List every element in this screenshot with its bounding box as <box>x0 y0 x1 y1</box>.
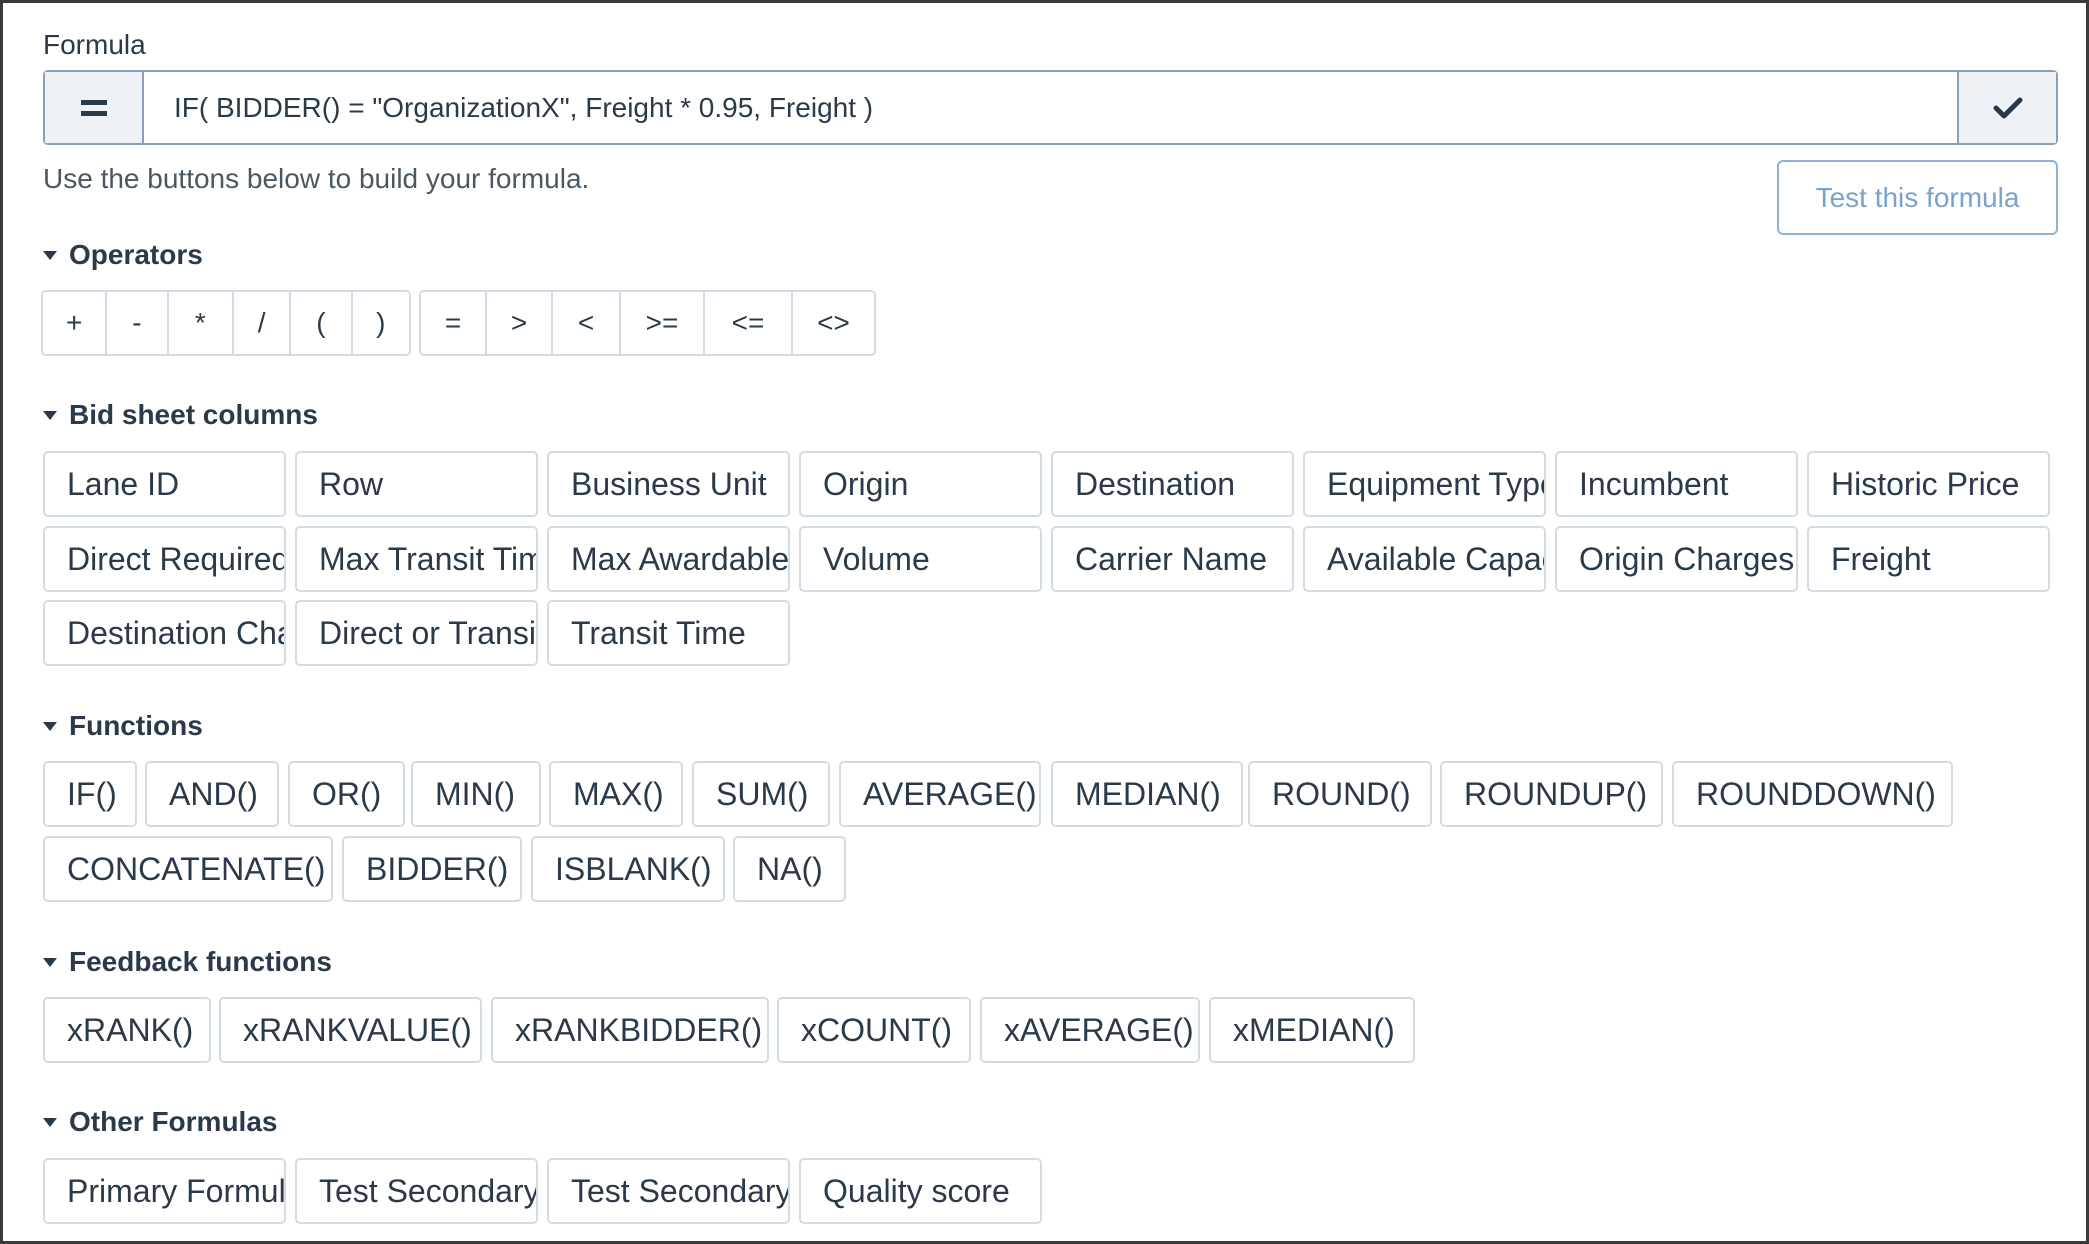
app-frame: Formula Use the buttons below to build y… <box>0 0 2089 1244</box>
column-chip[interactable]: Origin Charges <box>1555 526 1798 592</box>
function-chip[interactable]: BIDDER() <box>342 836 522 902</box>
function-chip[interactable]: OR() <box>288 761 405 827</box>
op-greater-equal-button[interactable]: >= <box>621 292 705 354</box>
column-chip[interactable]: Lane ID <box>43 451 286 517</box>
op-plus-button[interactable]: + <box>43 292 108 354</box>
function-chip[interactable]: IF() <box>43 761 137 827</box>
equals-icon <box>80 99 107 116</box>
column-chip[interactable]: Available Capacity <box>1303 526 1546 592</box>
column-chip[interactable]: Freight <box>1807 526 2050 592</box>
function-chip[interactable]: ROUNDUP() <box>1440 761 1663 827</box>
column-chip[interactable]: Direct Required <box>43 526 286 592</box>
feedback-function-chip[interactable]: xRANKBIDDER() <box>491 997 769 1063</box>
caret-down-icon <box>43 721 57 731</box>
other-formula-chip[interactable]: Test Secondary <box>295 1158 538 1224</box>
caret-down-icon <box>43 1117 57 1127</box>
column-chip[interactable]: Origin <box>799 451 1042 517</box>
other-formula-chip[interactable]: Quality score <box>799 1158 1042 1224</box>
column-chip[interactable]: Destination Charges <box>43 600 286 666</box>
column-chip[interactable]: Equipment Type <box>1303 451 1546 517</box>
column-chip[interactable]: Destination <box>1051 451 1294 517</box>
column-chip[interactable]: Transit Time <box>547 600 790 666</box>
column-chip[interactable]: Incumbent <box>1555 451 1798 517</box>
op-open-paren-button[interactable]: ( <box>291 292 353 354</box>
op-greater-button[interactable]: > <box>487 292 553 354</box>
section-other-label: Other Formulas <box>69 1106 278 1137</box>
function-chip[interactable]: AND() <box>145 761 279 827</box>
comparison-operators: = > < >= <= <> <box>419 290 876 356</box>
column-chip[interactable]: Historic Price <box>1807 451 2050 517</box>
function-chip[interactable]: SUM() <box>692 761 830 827</box>
op-less-equal-button[interactable]: <= <box>705 292 793 354</box>
column-chip[interactable]: Max Awardable <box>547 526 790 592</box>
op-not-equal-button[interactable]: <> <box>793 292 874 354</box>
op-less-button[interactable]: < <box>553 292 621 354</box>
column-chip[interactable]: Max Transit Time <box>295 526 538 592</box>
section-functions-label: Functions <box>69 710 203 741</box>
caret-down-icon <box>43 410 57 420</box>
section-feedback-functions[interactable]: Feedback functions <box>43 946 332 978</box>
function-chip[interactable]: ROUND() <box>1248 761 1432 827</box>
column-chip[interactable]: Volume <box>799 526 1042 592</box>
other-formula-chip[interactable]: Primary Formula <box>43 1158 286 1224</box>
function-chip[interactable]: MEDIAN() <box>1051 761 1243 827</box>
column-chip[interactable]: Carrier Name <box>1051 526 1294 592</box>
op-divide-button[interactable]: / <box>234 292 292 354</box>
function-chip[interactable]: ISBLANK() <box>531 836 725 902</box>
op-equal-button[interactable]: = <box>421 292 487 354</box>
function-chip[interactable]: MIN() <box>411 761 541 827</box>
feedback-function-chip[interactable]: xMEDIAN() <box>1209 997 1415 1063</box>
feedback-function-chip[interactable]: xRANK() <box>43 997 211 1063</box>
function-chip[interactable]: NA() <box>733 836 846 902</box>
test-formula-button[interactable]: Test this formula <box>1777 160 2058 235</box>
op-close-paren-button[interactable]: ) <box>353 292 409 354</box>
section-functions[interactable]: Functions <box>43 710 203 742</box>
function-chip[interactable]: ROUNDDOWN() <box>1672 761 1953 827</box>
function-chip[interactable]: AVERAGE() <box>839 761 1041 827</box>
section-feedback-label: Feedback functions <box>69 946 332 977</box>
check-icon <box>1993 97 2022 118</box>
formula-input[interactable] <box>144 72 1957 143</box>
op-multiply-button[interactable]: * <box>169 292 234 354</box>
section-bid-sheet-columns[interactable]: Bid sheet columns <box>43 399 318 431</box>
section-columns-label: Bid sheet columns <box>69 399 318 430</box>
formula-label: Formula <box>43 29 146 60</box>
equals-button[interactable] <box>45 72 144 143</box>
feedback-function-chip[interactable]: xRANKVALUE() <box>219 997 482 1063</box>
section-other-formulas[interactable]: Other Formulas <box>43 1106 277 1138</box>
confirm-formula-button[interactable] <box>1957 72 2056 143</box>
section-operators-label: Operators <box>69 239 203 270</box>
arithmetic-operators: + - * / ( ) <box>41 290 411 356</box>
section-operators[interactable]: Operators <box>43 239 203 271</box>
caret-down-icon <box>43 250 57 260</box>
column-chip[interactable]: Direct or Transit <box>295 600 538 666</box>
caret-down-icon <box>43 957 57 967</box>
feedback-function-chip[interactable]: xCOUNT() <box>777 997 971 1063</box>
other-formula-chip[interactable]: Test Secondary <box>547 1158 790 1224</box>
formula-bar <box>43 70 2058 145</box>
function-chip[interactable]: CONCATENATE() <box>43 836 333 902</box>
op-minus-button[interactable]: - <box>107 292 169 354</box>
column-chip[interactable]: Business Unit <box>547 451 790 517</box>
column-chip[interactable]: Row <box>295 451 538 517</box>
feedback-function-chip[interactable]: xAVERAGE() <box>980 997 1200 1063</box>
function-chip[interactable]: MAX() <box>549 761 683 827</box>
formula-hint: Use the buttons below to build your form… <box>43 163 590 194</box>
